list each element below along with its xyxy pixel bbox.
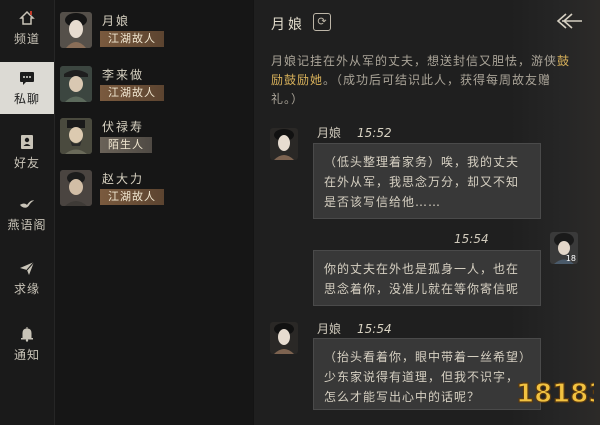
message-header: 月娘 15:52 bbox=[317, 124, 392, 141]
avatar bbox=[60, 170, 92, 206]
nav-label-seek-fate: 求缘 bbox=[13, 281, 40, 296]
nav-label-private-chat: 私聊 bbox=[13, 91, 40, 106]
contact-name: 李来做 bbox=[102, 68, 145, 82]
paper-plane-icon bbox=[19, 260, 35, 276]
contact-item[interactable]: 李来做 江湖故人 bbox=[55, 60, 253, 110]
message-bubble: （低头整理着家务）唉，我的丈夫在外从军，我思念万分，却又不知是否该写信给他…… bbox=[313, 143, 541, 219]
relation-tag: 陌生人 bbox=[100, 137, 152, 153]
chat-title: 月娘 bbox=[271, 17, 305, 33]
site-watermark-logo: 18183 bbox=[515, 378, 594, 409]
relation-tag: 江湖故人 bbox=[100, 31, 164, 47]
nav-label-friends: 好友 bbox=[13, 155, 40, 170]
nav-item-notice[interactable]: 通知 bbox=[0, 318, 54, 370]
chat-window: 频道 私聊 好友 燕语阁 求缘 通知 月娘 江湖故人 李来做 江湖故人 伏禄寿 … bbox=[0, 0, 600, 425]
contact-item[interactable]: 伏禄寿 陌生人 bbox=[55, 112, 253, 162]
intro-text: 月娘记挂在外从军的丈夫，想送封信又胆怯，游侠 bbox=[271, 54, 558, 68]
home-icon bbox=[19, 10, 35, 26]
nav-item-swallow-pavilion[interactable]: 燕语阁 bbox=[0, 188, 54, 240]
nav-label-notice: 通知 bbox=[13, 347, 40, 362]
contact-item[interactable]: 赵大力 江湖故人 bbox=[55, 164, 253, 214]
nav-item-friends[interactable]: 好友 bbox=[0, 126, 54, 178]
relation-tag: 江湖故人 bbox=[100, 85, 164, 101]
avatar bbox=[60, 66, 92, 102]
nav-item-channel[interactable]: 频道 bbox=[0, 2, 54, 54]
collapse-arrow-icon[interactable] bbox=[552, 12, 582, 30]
nav-item-seek-fate[interactable]: 求缘 bbox=[0, 252, 54, 304]
message-time: 15:54 bbox=[357, 322, 392, 336]
swallow-icon bbox=[19, 196, 35, 212]
contact-name: 赵大力 bbox=[102, 172, 145, 186]
task-intro: 月娘记挂在外从军的丈夫，想送封信又胆怯，游侠鼓励鼓励她。（成功后可结识此人，获得… bbox=[271, 52, 571, 109]
bell-icon bbox=[19, 326, 35, 342]
sender-avatar[interactable] bbox=[270, 322, 298, 354]
message-time: 15:54 bbox=[454, 232, 489, 246]
avatar bbox=[60, 118, 92, 154]
contacts-icon bbox=[19, 134, 35, 150]
left-nav: 频道 私聊 好友 燕语阁 求缘 通知 bbox=[0, 0, 55, 425]
refresh-icon[interactable]: ⟳ bbox=[313, 13, 331, 31]
avatar bbox=[60, 12, 92, 48]
message-bubble: （抬头看着你，眼中带着一丝希望）少东家说得有道理，但我不识字，怎么才能写出心中的… bbox=[313, 338, 541, 410]
relation-tag: 江湖故人 bbox=[100, 189, 164, 205]
message-bubble: 你的丈夫在外也是孤身一人，也在思念着你，没准儿就在等你寄信呢 bbox=[313, 250, 541, 306]
contact-item[interactable]: 月娘 江湖故人 bbox=[55, 6, 253, 56]
svg-text:18183: 18183 bbox=[516, 379, 594, 409]
self-avatar[interactable]: 18 bbox=[550, 232, 578, 264]
nav-item-private-chat[interactable]: 私聊 bbox=[0, 62, 54, 114]
nav-label-swallow-pavilion: 燕语阁 bbox=[7, 217, 47, 232]
level-badge: 18 bbox=[565, 254, 576, 263]
contact-name: 月娘 bbox=[102, 14, 131, 28]
chat-icon bbox=[19, 70, 35, 86]
sender-name: 月娘 bbox=[317, 126, 342, 140]
nav-label-channel: 频道 bbox=[13, 31, 40, 46]
message-time: 15:52 bbox=[357, 126, 392, 140]
message-header: 月娘 15:54 bbox=[317, 320, 392, 337]
chat-panel: 月娘 ⟳ 月娘记挂在外从军的丈夫，想送封信又胆怯，游侠鼓励鼓励她。（成功后可结识… bbox=[254, 0, 600, 425]
sender-name: 月娘 bbox=[317, 322, 342, 336]
contact-name: 伏禄寿 bbox=[102, 120, 145, 134]
sender-avatar[interactable] bbox=[270, 128, 298, 160]
contact-list: 月娘 江湖故人 李来做 江湖故人 伏禄寿 陌生人 赵大力 江湖故人 bbox=[55, 0, 253, 425]
